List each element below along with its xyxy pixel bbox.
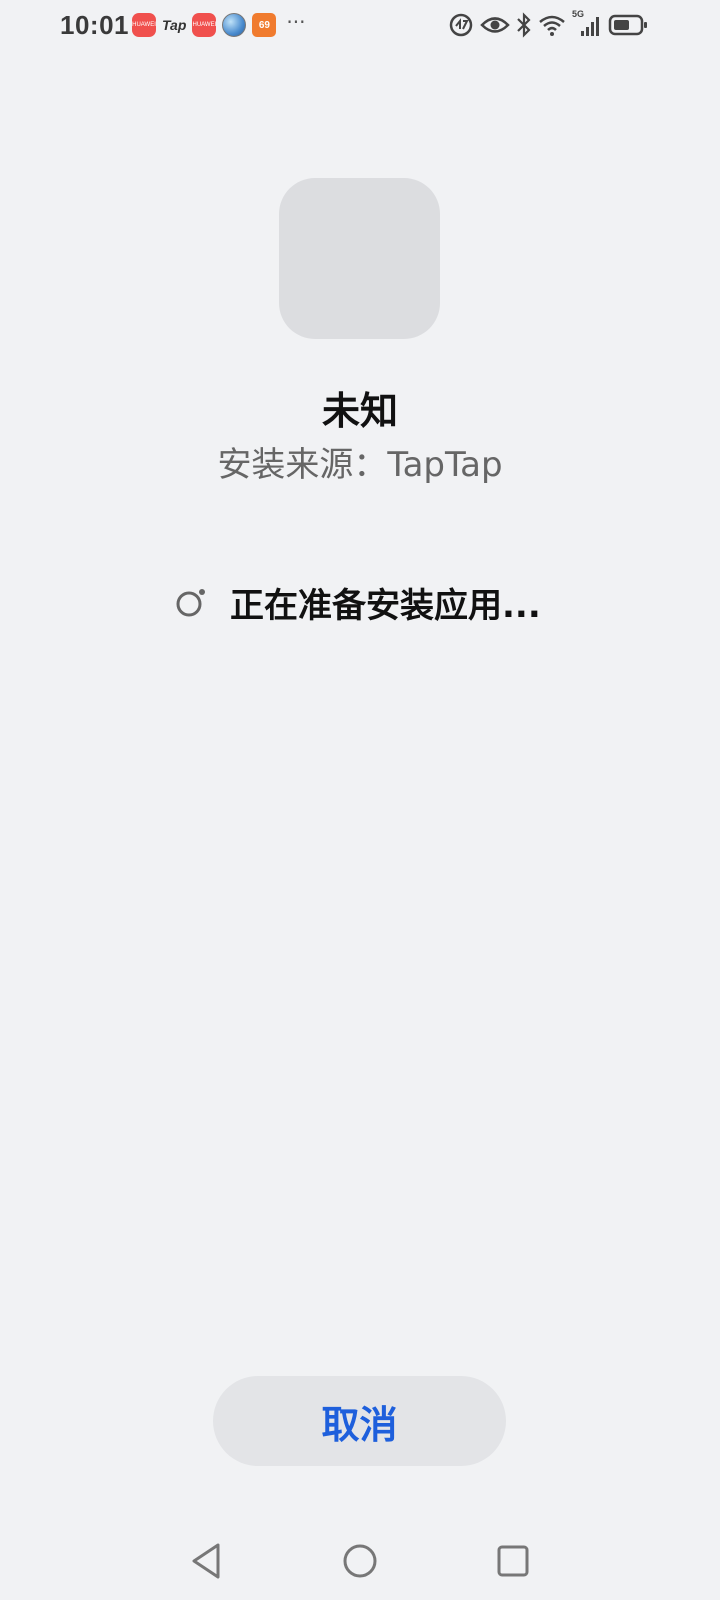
install-source: 安装来源：TapTap	[217, 445, 503, 485]
status-bar: 10:01 HUAWEI Tap HUAWEI 69 ··· 5G	[0, 0, 720, 52]
loading-spinner-icon	[176, 588, 205, 616]
status-time: 10:01	[60, 10, 129, 40]
wifi-icon	[539, 15, 565, 36]
cancel-button[interactable]: 取消	[213, 1376, 506, 1466]
system-icons: 5G	[448, 9, 648, 38]
more-notifications-icon: ···	[286, 10, 306, 34]
back-triangle-icon	[192, 1543, 220, 1579]
app-name: 未知	[321, 389, 398, 433]
bluetooth-icon	[517, 12, 531, 38]
progress-text: 正在准备安装应用...	[230, 586, 541, 626]
home-circle-icon	[343, 1544, 377, 1578]
notification-icons: HUAWEI Tap HUAWEI 69 ···	[132, 10, 306, 37]
huawei-appgallery-icon: HUAWEI	[192, 13, 217, 37]
battery-icon	[608, 14, 647, 36]
taptap-icon: Tap	[162, 17, 187, 33]
nav-recents-button[interactable]	[488, 1536, 538, 1586]
globe-app-icon	[222, 13, 247, 37]
game-app-icon: 69	[252, 13, 277, 37]
install-progress: 正在准备安装应用...	[174, 578, 541, 627]
nav-back-button[interactable]	[181, 1536, 231, 1586]
recents-square-icon	[497, 1545, 529, 1577]
5g-signal-icon: 5G	[572, 9, 602, 37]
huawei-appgallery-icon: HUAWEI	[132, 13, 156, 37]
eye-comfort-icon	[480, 17, 510, 33]
data-saver-icon	[449, 13, 473, 37]
nav-home-button[interactable]	[335, 1536, 385, 1586]
navigation-bar	[0, 1520, 720, 1600]
app-icon-placeholder	[279, 178, 440, 339]
